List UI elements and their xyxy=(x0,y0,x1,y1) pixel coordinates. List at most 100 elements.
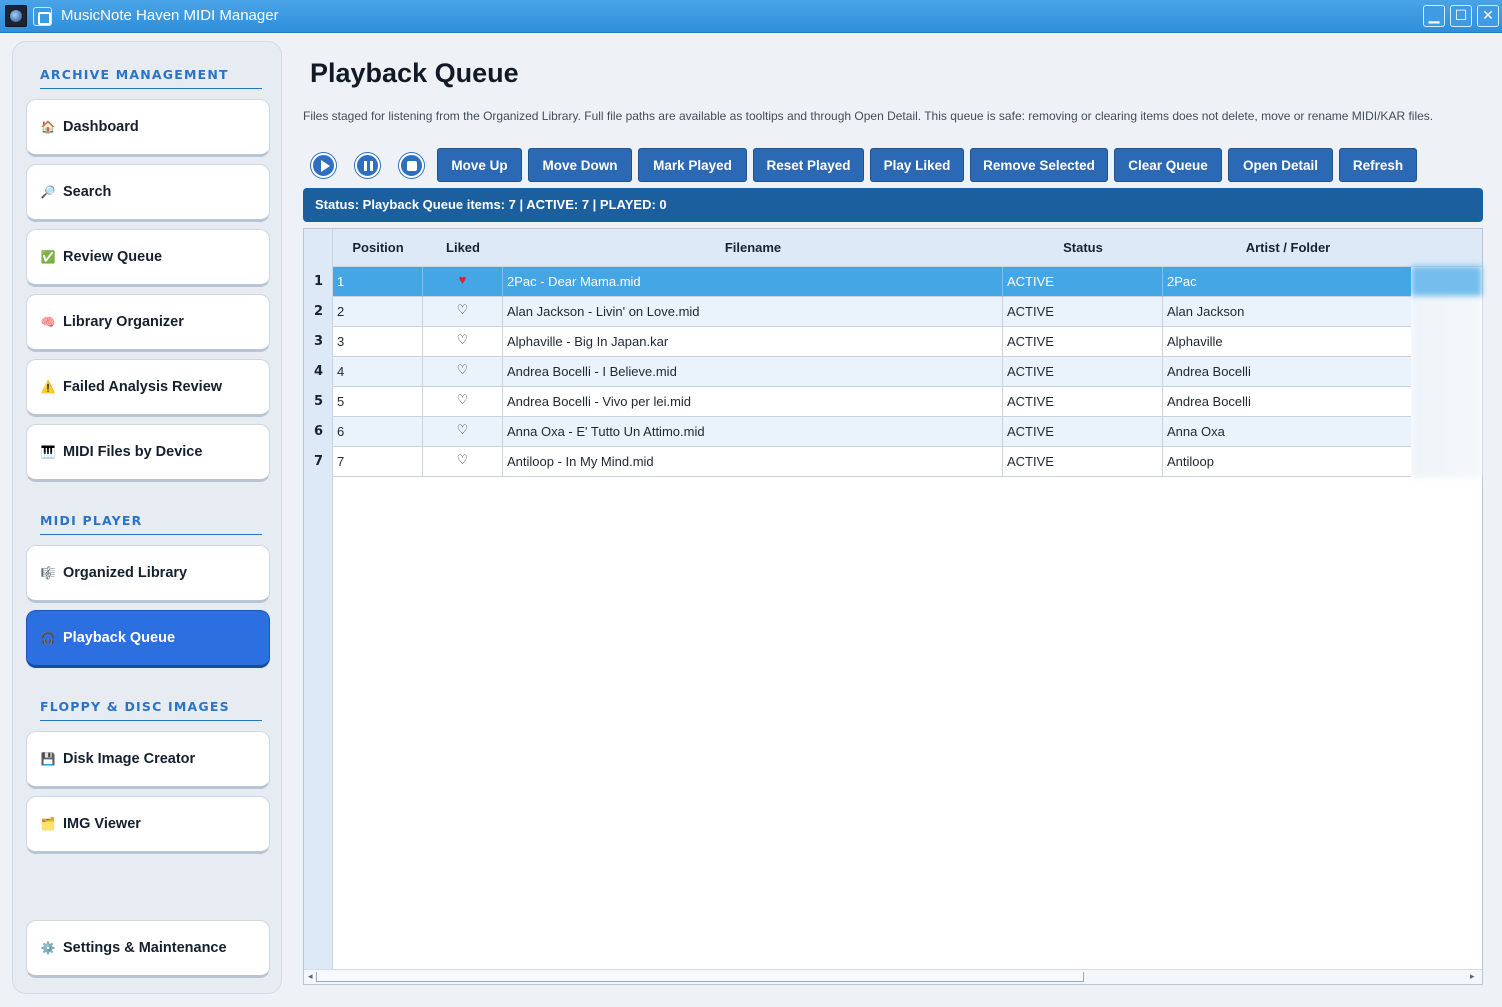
heart-outline-icon[interactable]: ♡ xyxy=(423,327,503,357)
column-header-position[interactable]: Position xyxy=(333,229,423,267)
cell-artist-folder: Antiloop xyxy=(1167,454,1214,469)
table-row[interactable]: 4 4 ♡ Andrea Bocelli - I Believe.mid ACTIVE A… xyxy=(304,357,1482,387)
cell-status: ACTIVE xyxy=(1003,267,1163,297)
cell-status: ACTIVE xyxy=(1003,417,1163,447)
heart-outline-icon[interactable]: ♡ xyxy=(423,357,503,387)
cell-artist-folder: Anna Oxa xyxy=(1167,424,1225,439)
warning-icon: ⚠️ xyxy=(40,380,56,394)
row-number[interactable]: 3 xyxy=(304,327,333,357)
reset-played-button[interactable]: Reset Played xyxy=(753,148,864,182)
horizontal-scrollbar[interactable]: ◂ ▸ xyxy=(304,969,1482,984)
heart-outline-icon[interactable]: ♡ xyxy=(423,297,503,327)
heart-outline-icon[interactable]: ♡ xyxy=(423,387,503,417)
sidebar-item-label: Disk Image Creator xyxy=(63,751,196,767)
sidebar-item-library-organizer[interactable]: 🧠 Library Organizer xyxy=(26,294,270,352)
cell-filename: Alphaville - Big In Japan.kar xyxy=(503,327,1003,357)
row-number[interactable]: 1 xyxy=(304,267,333,297)
sidebar-item-failed-analysis-review[interactable]: ⚠️ Failed Analysis Review xyxy=(26,359,270,417)
maximize-button[interactable]: ☐ xyxy=(1450,5,1472,27)
remove-selected-button[interactable]: Remove Selected xyxy=(970,148,1108,182)
sidebar-item-img-viewer[interactable]: 🗂️ IMG Viewer xyxy=(26,796,270,854)
heart-filled-icon[interactable]: ♥ xyxy=(423,267,503,297)
section-floppy-disc-images: FLOPPY & DISC IMAGES xyxy=(40,699,262,721)
heart-outline-icon[interactable]: ♡ xyxy=(423,417,503,447)
move-down-button[interactable]: Move Down xyxy=(528,148,632,182)
headphones-icon: 🎧 xyxy=(40,631,56,645)
row-number[interactable]: 6 xyxy=(304,417,333,447)
cell-position: 7 xyxy=(333,447,423,477)
section-midi-player: MIDI PLAYER xyxy=(40,513,262,535)
sidebar-item-label: Failed Analysis Review xyxy=(63,379,223,395)
open-detail-button[interactable]: Open Detail xyxy=(1228,148,1333,182)
table-row[interactable]: 1 1 ♥ 2Pac - Dear Mama.mid ACTIVE 2Pac xyxy=(304,267,1482,297)
sidebar-item-midi-files-by-device[interactable]: 🎹 MIDI Files by Device xyxy=(26,424,270,482)
table-row[interactable]: 6 6 ♡ Anna Oxa - E' Tutto Un Attimo.mid ACTI… xyxy=(304,417,1482,447)
sidebar-item-settings-maintenance[interactable]: ⚙️ Settings & Maintenance xyxy=(26,920,270,978)
cell-position: 5 xyxy=(333,387,423,417)
queue-table[interactable]: Position Liked Filename Status Artist / … xyxy=(303,228,1483,985)
column-header-filename[interactable]: Filename xyxy=(503,229,1003,267)
table-row[interactable]: 2 2 ♡ Alan Jackson - Livin' on Love.mid ACTI… xyxy=(304,297,1482,327)
sidebar-item-dashboard[interactable]: 🏠 Dashboard xyxy=(26,99,270,157)
move-up-button[interactable]: Move Up xyxy=(437,148,522,182)
table-row[interactable]: 5 5 ♡ Andrea Bocelli - Vivo per lei.mid ACTI… xyxy=(304,387,1482,417)
clear-queue-button[interactable]: Clear Queue xyxy=(1114,148,1222,182)
refresh-button[interactable]: Refresh xyxy=(1339,148,1417,182)
close-button[interactable]: ✕ xyxy=(1477,5,1499,27)
row-number[interactable]: 2 xyxy=(304,297,333,327)
page-description: Files staged for listening from the Orga… xyxy=(303,109,1434,123)
mark-played-button[interactable]: Mark Played xyxy=(638,148,747,182)
keyboard-icon: 🎹 xyxy=(40,445,56,459)
play-icon[interactable] xyxy=(311,153,336,178)
cell-position: 6 xyxy=(333,417,423,447)
status-bar: Status: Playback Queue items: 7 | ACTIVE… xyxy=(303,188,1483,222)
table-row[interactable]: 3 3 ♡ Alphaville - Big In Japan.kar ACTIVE Al… xyxy=(304,327,1482,357)
section-archive-management: ARCHIVE MANAGEMENT xyxy=(40,67,262,89)
column-header-liked[interactable]: Liked xyxy=(423,229,503,267)
magnifier-icon: 🔎 xyxy=(40,185,56,199)
app-logo-icon xyxy=(5,5,27,27)
gear-icon: ⚙️ xyxy=(40,941,56,955)
sidebar-item-disk-image-creator[interactable]: 💾 Disk Image Creator xyxy=(26,731,270,789)
cell-status: ACTIVE xyxy=(1003,297,1163,327)
cell-filename: Andrea Bocelli - I Believe.mid xyxy=(503,357,1003,387)
cell-position: 2 xyxy=(333,297,423,327)
cell-status: ACTIVE xyxy=(1003,447,1163,477)
scrollbar-thumb[interactable] xyxy=(316,972,1084,982)
folder-icon: 🗂️ xyxy=(40,817,56,831)
sidebar-item-label: Search xyxy=(63,184,112,200)
minimize-button[interactable]: ▁ xyxy=(1423,5,1445,27)
page-title: Playback Queue xyxy=(310,58,519,88)
sidebar-item-label: Settings & Maintenance xyxy=(63,940,227,956)
home-icon: 🏠 xyxy=(40,120,56,134)
pause-icon[interactable] xyxy=(355,153,380,178)
sidebar-item-playback-queue[interactable]: 🎧 Playback Queue xyxy=(26,610,270,668)
scroll-left-icon[interactable]: ◂ xyxy=(308,970,313,984)
title-bar: MusicNote Haven MIDI Manager ▁ ☐ ✕ xyxy=(0,0,1502,33)
play-liked-button[interactable]: Play Liked xyxy=(870,148,964,182)
brain-icon: 🧠 xyxy=(40,315,56,329)
cell-status: ACTIVE xyxy=(1003,387,1163,417)
cell-filename: Alan Jackson - Livin' on Love.mid xyxy=(503,297,1003,327)
stop-icon[interactable] xyxy=(399,153,424,178)
sidebar-item-label: Playback Queue xyxy=(63,630,176,646)
floppy-disk-icon: 💾 xyxy=(40,752,56,766)
cell-artist-folder: Andrea Bocelli xyxy=(1167,364,1251,379)
column-header-status[interactable]: Status xyxy=(1003,229,1163,267)
window-menu-icon[interactable] xyxy=(33,7,52,26)
heart-outline-icon[interactable]: ♡ xyxy=(423,447,503,477)
checkmark-icon: ✅ xyxy=(40,250,56,264)
row-number[interactable]: 4 xyxy=(304,357,333,387)
table-row[interactable]: 7 7 ♡ Antiloop - In My Mind.mid ACTIVE Antilo… xyxy=(304,447,1482,477)
row-number[interactable]: 7 xyxy=(304,447,333,477)
music-score-icon: 🎼 xyxy=(40,566,56,580)
sidebar-item-review-queue[interactable]: ✅ Review Queue xyxy=(26,229,270,287)
column-header-artist-folder[interactable]: Artist / Folder xyxy=(1163,229,1413,267)
sidebar-item-search[interactable]: 🔎 Search xyxy=(26,164,270,222)
sidebar-item-organized-library[interactable]: 🎼 Organized Library xyxy=(26,545,270,603)
row-number[interactable]: 5 xyxy=(304,387,333,417)
scroll-right-icon[interactable]: ▸ xyxy=(1470,970,1475,984)
table-header: Position Liked Filename Status Artist / … xyxy=(333,229,1482,267)
cell-position: 4 xyxy=(333,357,423,387)
cell-position: 3 xyxy=(333,327,423,357)
